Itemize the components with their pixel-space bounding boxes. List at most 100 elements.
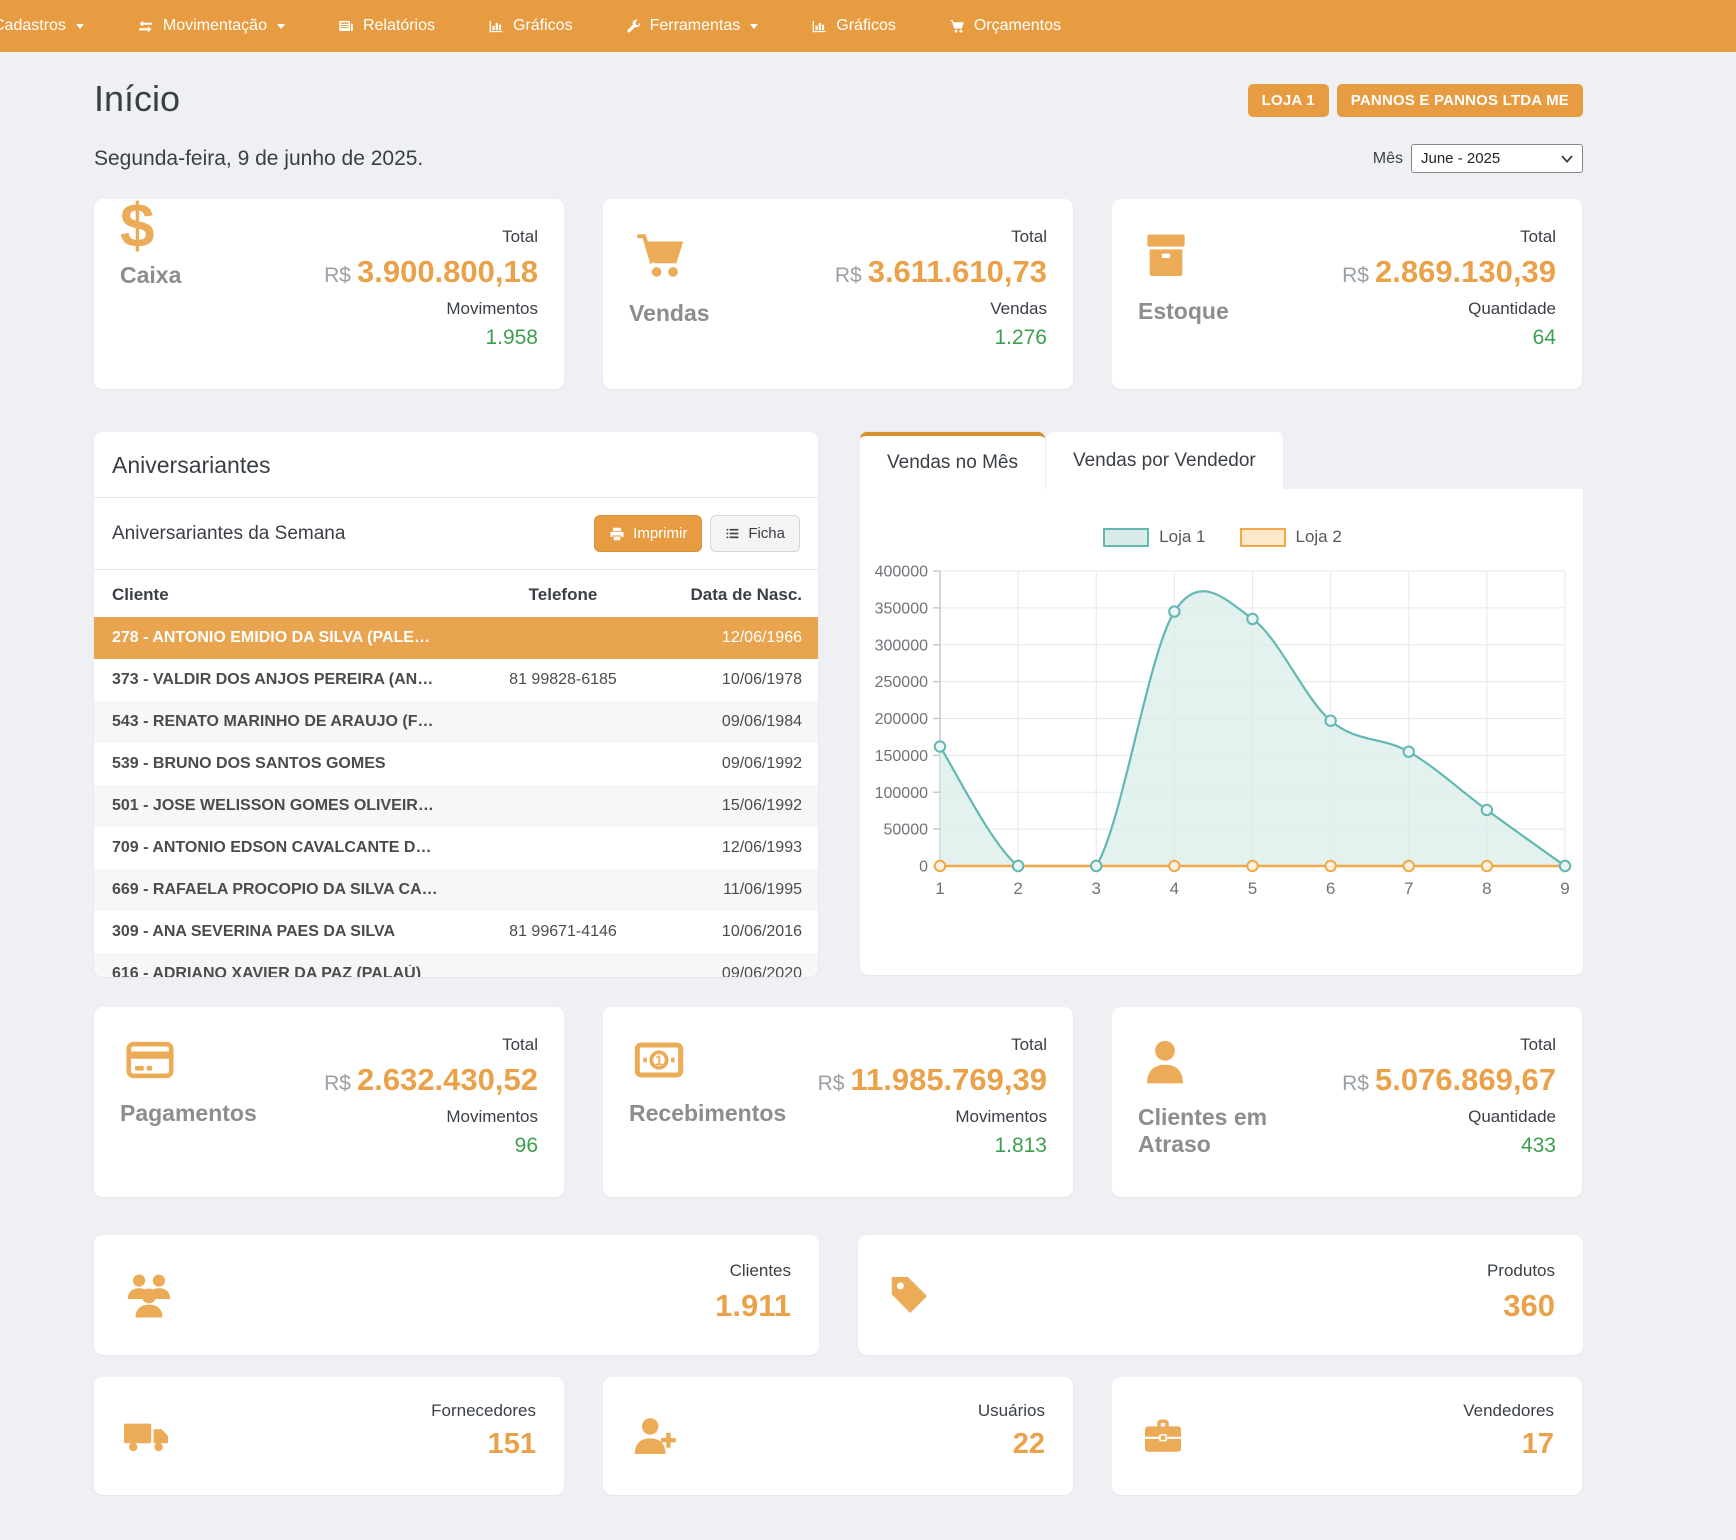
stat-title: Estoque bbox=[1138, 298, 1229, 325]
svg-text:200000: 200000 bbox=[875, 711, 928, 728]
table-row[interactable]: 278 - ANTONIO EMIDIO DA SILVA (PALE…12/0… bbox=[94, 617, 818, 659]
cell-data-nasc: 12/06/1966 bbox=[668, 629, 818, 647]
summary-label: Produtos bbox=[1487, 1261, 1555, 1281]
month-select[interactable]: June - 2025 bbox=[1411, 144, 1583, 173]
total-label: Total bbox=[835, 227, 1047, 247]
table-row[interactable]: 543 - RENATO MARINHO DE ARAUJO (F…09/06/… bbox=[94, 701, 818, 743]
credit-card-icon bbox=[120, 1035, 180, 1085]
total-value: 2.869.130,39 bbox=[1375, 254, 1556, 289]
svg-text:1: 1 bbox=[935, 879, 944, 898]
panel-subtitle: Aniversariantes da Semana bbox=[112, 523, 345, 545]
count-value: 1.958 bbox=[324, 326, 538, 350]
top-navbar: Cadastros Movimentação Relatórios Gráfic… bbox=[0, 0, 1736, 52]
total-value: 3.611.610,73 bbox=[868, 254, 1047, 289]
month-label: Mês bbox=[1373, 150, 1403, 168]
summary-value: 360 bbox=[1487, 1288, 1555, 1324]
date-text: Segunda-feira, 9 de junho de 2025. bbox=[94, 147, 423, 171]
birthday-table-body: 278 - ANTONIO EMIDIO DA SILVA (PALE…12/0… bbox=[94, 617, 818, 977]
recebimentos-card: 1 Recebimentos Total R$11.985.769,39 Mov… bbox=[603, 1007, 1073, 1197]
count-value: 433 bbox=[1342, 1134, 1556, 1158]
total-value: 11.985.769,39 bbox=[850, 1062, 1047, 1097]
newspaper-icon bbox=[337, 18, 355, 35]
cell-cliente: 709 - ANTONIO EDSON CAVALCANTE D… bbox=[94, 839, 458, 857]
svg-text:7: 7 bbox=[1404, 879, 1413, 898]
tab-vendas-por-vendedor[interactable]: Vendas por Vendedor bbox=[1046, 432, 1283, 489]
company-badge[interactable]: PANNOS E PANNOS LTDA ME bbox=[1337, 84, 1583, 117]
table-row[interactable]: 709 - ANTONIO EDSON CAVALCANTE D…12/06/1… bbox=[94, 827, 818, 869]
table-row[interactable]: 309 - ANA SEVERINA PAES DA SILVA81 99671… bbox=[94, 911, 818, 953]
nav-cadastros[interactable]: Cadastros bbox=[0, 0, 110, 52]
svg-text:5: 5 bbox=[1248, 879, 1257, 898]
printer-icon bbox=[609, 526, 625, 542]
table-row[interactable]: 669 - RAFAELA PROCOPIO DA SILVA CA…11/06… bbox=[94, 869, 818, 911]
nav-label: Cadastros bbox=[0, 17, 66, 35]
cell-data-nasc: 10/06/2016 bbox=[668, 923, 818, 941]
nav-label: Movimentação bbox=[163, 17, 267, 35]
caret-down-icon bbox=[277, 24, 285, 29]
cell-cliente: 539 - BRUNO DOS SANTOS GOMES bbox=[94, 755, 458, 773]
imprimir-label: Imprimir bbox=[633, 525, 687, 542]
nav-graficos-2[interactable]: Gráficos bbox=[784, 0, 922, 52]
col-cliente: Cliente bbox=[94, 585, 458, 605]
cell-data-nasc: 09/06/2020 bbox=[668, 965, 818, 977]
chart-legend: Loja 1 Loja 2 bbox=[870, 527, 1575, 547]
currency: R$ bbox=[835, 264, 862, 287]
shopping-cart-icon bbox=[629, 227, 691, 285]
legend-entry[interactable]: Loja 1 bbox=[1103, 527, 1205, 547]
stat-title: Caixa bbox=[120, 262, 181, 289]
cell-data-nasc: 11/06/1995 bbox=[668, 881, 818, 899]
imprimir-button[interactable]: Imprimir bbox=[594, 515, 702, 552]
table-row[interactable]: 373 - VALDIR DOS ANJOS PEREIRA (AN…81 99… bbox=[94, 659, 818, 701]
sales-chart-section: Vendas no Mês Vendas por Vendedor Loja 1… bbox=[860, 432, 1583, 975]
nav-relatorios[interactable]: Relatórios bbox=[311, 0, 461, 52]
user-plus-icon bbox=[631, 1412, 679, 1460]
svg-text:300000: 300000 bbox=[875, 637, 928, 654]
legend-swatch bbox=[1103, 528, 1149, 547]
month-select-value: June - 2025 bbox=[1421, 150, 1500, 167]
stat-title: Recebimentos bbox=[629, 1100, 779, 1127]
store-badge[interactable]: LOJA 1 bbox=[1248, 84, 1329, 117]
count-label: Movimentos bbox=[324, 1107, 538, 1127]
nav-orcamentos[interactable]: Orçamentos bbox=[922, 0, 1087, 52]
svg-text:150000: 150000 bbox=[875, 748, 928, 765]
nav-ferramentas[interactable]: Ferramentas bbox=[599, 0, 785, 52]
table-row[interactable]: 539 - BRUNO DOS SANTOS GOMES 09/06/1992 bbox=[94, 743, 818, 785]
table-header: Cliente Telefone Data de Nasc. bbox=[94, 570, 818, 617]
table-row[interactable]: 616 - ADRIANO XAVIER DA PAZ (PALAÚ)09/06… bbox=[94, 953, 818, 977]
col-telefone: Telefone bbox=[458, 585, 668, 605]
chart-tabs: Vendas no Mês Vendas por Vendedor bbox=[860, 432, 1583, 489]
tab-vendas-no-mes[interactable]: Vendas no Mês bbox=[860, 432, 1045, 489]
nav-label: Gráficos bbox=[836, 17, 896, 35]
nav-graficos-1[interactable]: Gráficos bbox=[461, 0, 599, 52]
page-title: Início bbox=[94, 78, 180, 120]
summary-label: Vendedores bbox=[1463, 1401, 1554, 1421]
clientes-card: Clientes 1.911 bbox=[94, 1235, 819, 1355]
summary-label: Fornecedores bbox=[431, 1401, 536, 1421]
ficha-button[interactable]: Ficha bbox=[710, 515, 800, 552]
table-row[interactable]: 501 - JOSE WELISSON GOMES OLIVEIR…15/06/… bbox=[94, 785, 818, 827]
summary-value: 22 bbox=[978, 1428, 1045, 1461]
summary-label: Clientes bbox=[715, 1261, 791, 1281]
stat-title: Clientes em Atraso bbox=[1138, 1104, 1288, 1158]
svg-text:4: 4 bbox=[1170, 879, 1179, 898]
vendedores-card: Vendedores 17 bbox=[1112, 1377, 1582, 1495]
wrench-icon bbox=[625, 18, 642, 35]
svg-text:8: 8 bbox=[1482, 879, 1491, 898]
shopping-cart-icon bbox=[948, 18, 966, 35]
bar-chart-icon bbox=[810, 18, 828, 35]
cell-data-nasc: 15/06/1992 bbox=[668, 797, 818, 815]
legend-entry[interactable]: Loja 2 bbox=[1240, 527, 1342, 547]
caixa-card: $ Caixa Total R$3.900.800,18 Movimentos … bbox=[94, 199, 564, 389]
svg-text:1: 1 bbox=[655, 1053, 663, 1068]
col-data-nasc: Data de Nasc. bbox=[668, 585, 818, 605]
cell-data-nasc: 09/06/1992 bbox=[668, 755, 818, 773]
currency: R$ bbox=[324, 264, 351, 287]
nav-movimentacao[interactable]: Movimentação bbox=[110, 0, 311, 52]
list-icon bbox=[725, 526, 740, 541]
count-label: Quantidade bbox=[1342, 299, 1556, 319]
stat-title: Pagamentos bbox=[120, 1100, 257, 1127]
currency: R$ bbox=[324, 1072, 351, 1095]
legend-label: Loja 2 bbox=[1296, 527, 1342, 547]
count-value: 64 bbox=[1342, 326, 1556, 350]
panel-title: Aniversariantes bbox=[94, 432, 818, 497]
